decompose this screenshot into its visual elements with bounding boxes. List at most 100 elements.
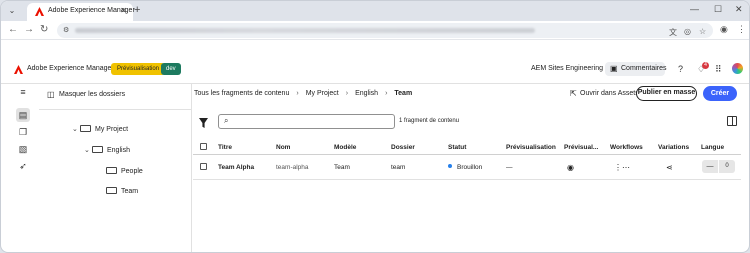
row-title[interactable]: Team Alpha xyxy=(218,164,254,171)
column-header-title[interactable]: Titre xyxy=(218,144,232,151)
search-icon: ⌕ xyxy=(224,116,229,125)
column-header-preview[interactable]: Prévisualisation xyxy=(506,144,556,151)
external-link-icon: ⇱ xyxy=(570,89,577,98)
adobe-favicon-icon xyxy=(35,7,44,16)
folder-icon xyxy=(106,167,117,174)
tree-item-people[interactable]: People xyxy=(106,167,143,175)
result-count: 1 fragment de contenu xyxy=(399,118,460,124)
column-header-name[interactable]: Nom xyxy=(276,144,290,151)
column-header-language[interactable]: Langue xyxy=(701,144,724,151)
status-label: Brouillon xyxy=(457,164,483,171)
breadcrumb: Tous les fragments de contenu › My Project… xyxy=(194,90,412,97)
breadcrumb-item[interactable]: Tous les fragments de contenu xyxy=(194,90,289,97)
workflow-icon[interactable]: ⋮⋯ xyxy=(614,163,630,172)
bookmark-star-icon[interactable]: ☆ xyxy=(699,27,706,36)
chevron-down-icon[interactable]: ⌄ xyxy=(84,146,92,154)
maximize-button[interactable]: ☐ xyxy=(714,4,722,15)
eye-icon[interactable]: ◉ xyxy=(567,163,574,172)
tab-close-icon[interactable]: ✕ xyxy=(120,6,127,15)
tab-search-icon[interactable]: ⌄ xyxy=(5,4,19,18)
aem-header: Adobe Experience Manager Prévisualisatio… xyxy=(1,57,749,83)
breadcrumb-item[interactable]: My Project xyxy=(306,90,339,97)
new-tab-button[interactable]: + xyxy=(134,4,140,16)
aem-product-title[interactable]: Adobe Experience Manager xyxy=(27,65,114,72)
share-variations-icon[interactable]: ⋖ xyxy=(666,163,673,172)
folder-icon xyxy=(106,187,117,194)
search-input[interactable]: ⌕ xyxy=(218,114,395,129)
row-model: Team xyxy=(334,164,350,171)
assets-nav-icon[interactable]: ▧ xyxy=(16,142,30,156)
tree-item-english[interactable]: ⌄ English xyxy=(84,146,130,154)
help-icon[interactable]: ? xyxy=(678,64,683,74)
launch-nav-icon[interactable]: ➶ xyxy=(16,159,30,173)
tree-item-label: Team xyxy=(121,188,139,195)
environment-badge: dev xyxy=(161,63,181,75)
filter-icon[interactable] xyxy=(199,118,208,128)
close-window-button[interactable]: ✕ xyxy=(735,4,743,15)
create-button[interactable]: Créer xyxy=(703,86,737,101)
chevron-right-icon: › xyxy=(345,90,349,97)
reload-icon[interactable]: ↻ xyxy=(40,24,48,36)
column-header-status[interactable]: Statut xyxy=(448,144,466,151)
bulk-publish-button[interactable]: Publier en masse xyxy=(636,86,697,101)
fragments-nav-icon[interactable]: ▤ xyxy=(16,108,30,122)
preview-badge: Prévisualisation xyxy=(111,63,166,75)
tree-item-my-project[interactable]: ⌄ My Project xyxy=(72,125,128,133)
blurred-url xyxy=(75,28,535,33)
adobe-logo-icon[interactable] xyxy=(14,65,23,74)
select-all-checkbox[interactable] xyxy=(200,143,207,150)
divider xyxy=(193,179,741,180)
profile-icon[interactable]: ◉ xyxy=(720,24,728,35)
breadcrumb-current: Team xyxy=(394,90,413,97)
divider xyxy=(193,154,741,155)
status-dot-icon xyxy=(448,164,452,168)
tree-item-label: People xyxy=(121,168,143,175)
tree-item-label: English xyxy=(107,147,130,154)
chevron-down-icon[interactable]: ⌄ xyxy=(72,125,80,133)
main-content: Tous les fragments de contenu › My Project… xyxy=(193,84,749,252)
tree-item-team[interactable]: Team xyxy=(106,187,138,195)
back-icon[interactable]: ← xyxy=(8,24,18,36)
language-dash[interactable]: — xyxy=(702,160,718,173)
column-settings-icon[interactable] xyxy=(727,116,737,126)
minimize-button[interactable]: — xyxy=(690,4,699,14)
panel-toggle-icon: ◫ xyxy=(47,90,55,99)
row-checkbox[interactable] xyxy=(200,163,207,170)
folder-icon xyxy=(92,146,103,153)
hamburger-menu-icon[interactable]: ≡ xyxy=(16,85,30,99)
open-assets-label: Ouvrir dans Assets xyxy=(580,90,639,97)
chevron-right-icon: › xyxy=(385,90,388,97)
hide-folders-label: Masquer les dossiers xyxy=(59,91,126,98)
browser-tab[interactable]: Adobe Experience Manager ✕ xyxy=(27,3,135,21)
column-header-folder[interactable]: Dossier xyxy=(391,144,415,151)
notification-count-badge: 4 xyxy=(702,62,709,69)
address-bar[interactable]: ⚙ 文 ◎ ☆ xyxy=(57,23,713,38)
product-switcher[interactable]: AEM Sites Engineering xyxy=(531,65,603,72)
column-header-model[interactable]: Modèle xyxy=(334,144,356,151)
left-rail: ≡ ▤ ❐ ▧ ➶ xyxy=(12,84,36,252)
site-info-icon[interactable]: ⚙ xyxy=(63,26,69,34)
language-count[interactable]: 0 xyxy=(719,160,735,173)
browser-menu-icon[interactable]: ⋮ xyxy=(737,24,746,35)
row-preview: — xyxy=(506,164,513,171)
open-in-assets-link[interactable]: ⇱ Ouvrir dans Assets xyxy=(570,89,639,98)
translate-icon[interactable]: 文 xyxy=(669,27,677,38)
folders-panel: ◫ Masquer les dossiers ⌄ My Project ⌄ Engl… xyxy=(39,84,192,252)
column-header-workflows[interactable]: Workflows xyxy=(610,144,643,151)
column-header-variations[interactable]: Variations xyxy=(658,144,689,151)
chevron-right-icon: › xyxy=(296,90,299,97)
breadcrumb-item[interactable]: English xyxy=(355,90,378,97)
eye-off-icon[interactable]: ◎ xyxy=(684,27,691,36)
comments-button[interactable]: ▣ Commentaires xyxy=(605,62,667,76)
comments-label: Commentaires xyxy=(621,65,667,72)
user-avatar[interactable] xyxy=(732,63,743,74)
hide-folders-button[interactable]: ◫ Masquer les dossiers xyxy=(47,90,126,99)
apps-grid-icon[interactable]: ⠿ xyxy=(715,64,722,74)
models-nav-icon[interactable]: ❐ xyxy=(16,125,30,139)
row-name: team-alpha xyxy=(276,164,309,171)
column-header-preview-truncated[interactable]: Prévisual... xyxy=(564,144,598,151)
browser-window: ⌄ Adobe Experience Manager ✕ + — ☐ ✕ ← →… xyxy=(0,0,750,253)
forward-icon[interactable]: → xyxy=(24,24,34,36)
address-bar-row: ← → ↻ ⚙ 文 ◎ ☆ ◉ ⋮ xyxy=(1,21,749,39)
comment-icon: ▣ xyxy=(610,64,618,73)
